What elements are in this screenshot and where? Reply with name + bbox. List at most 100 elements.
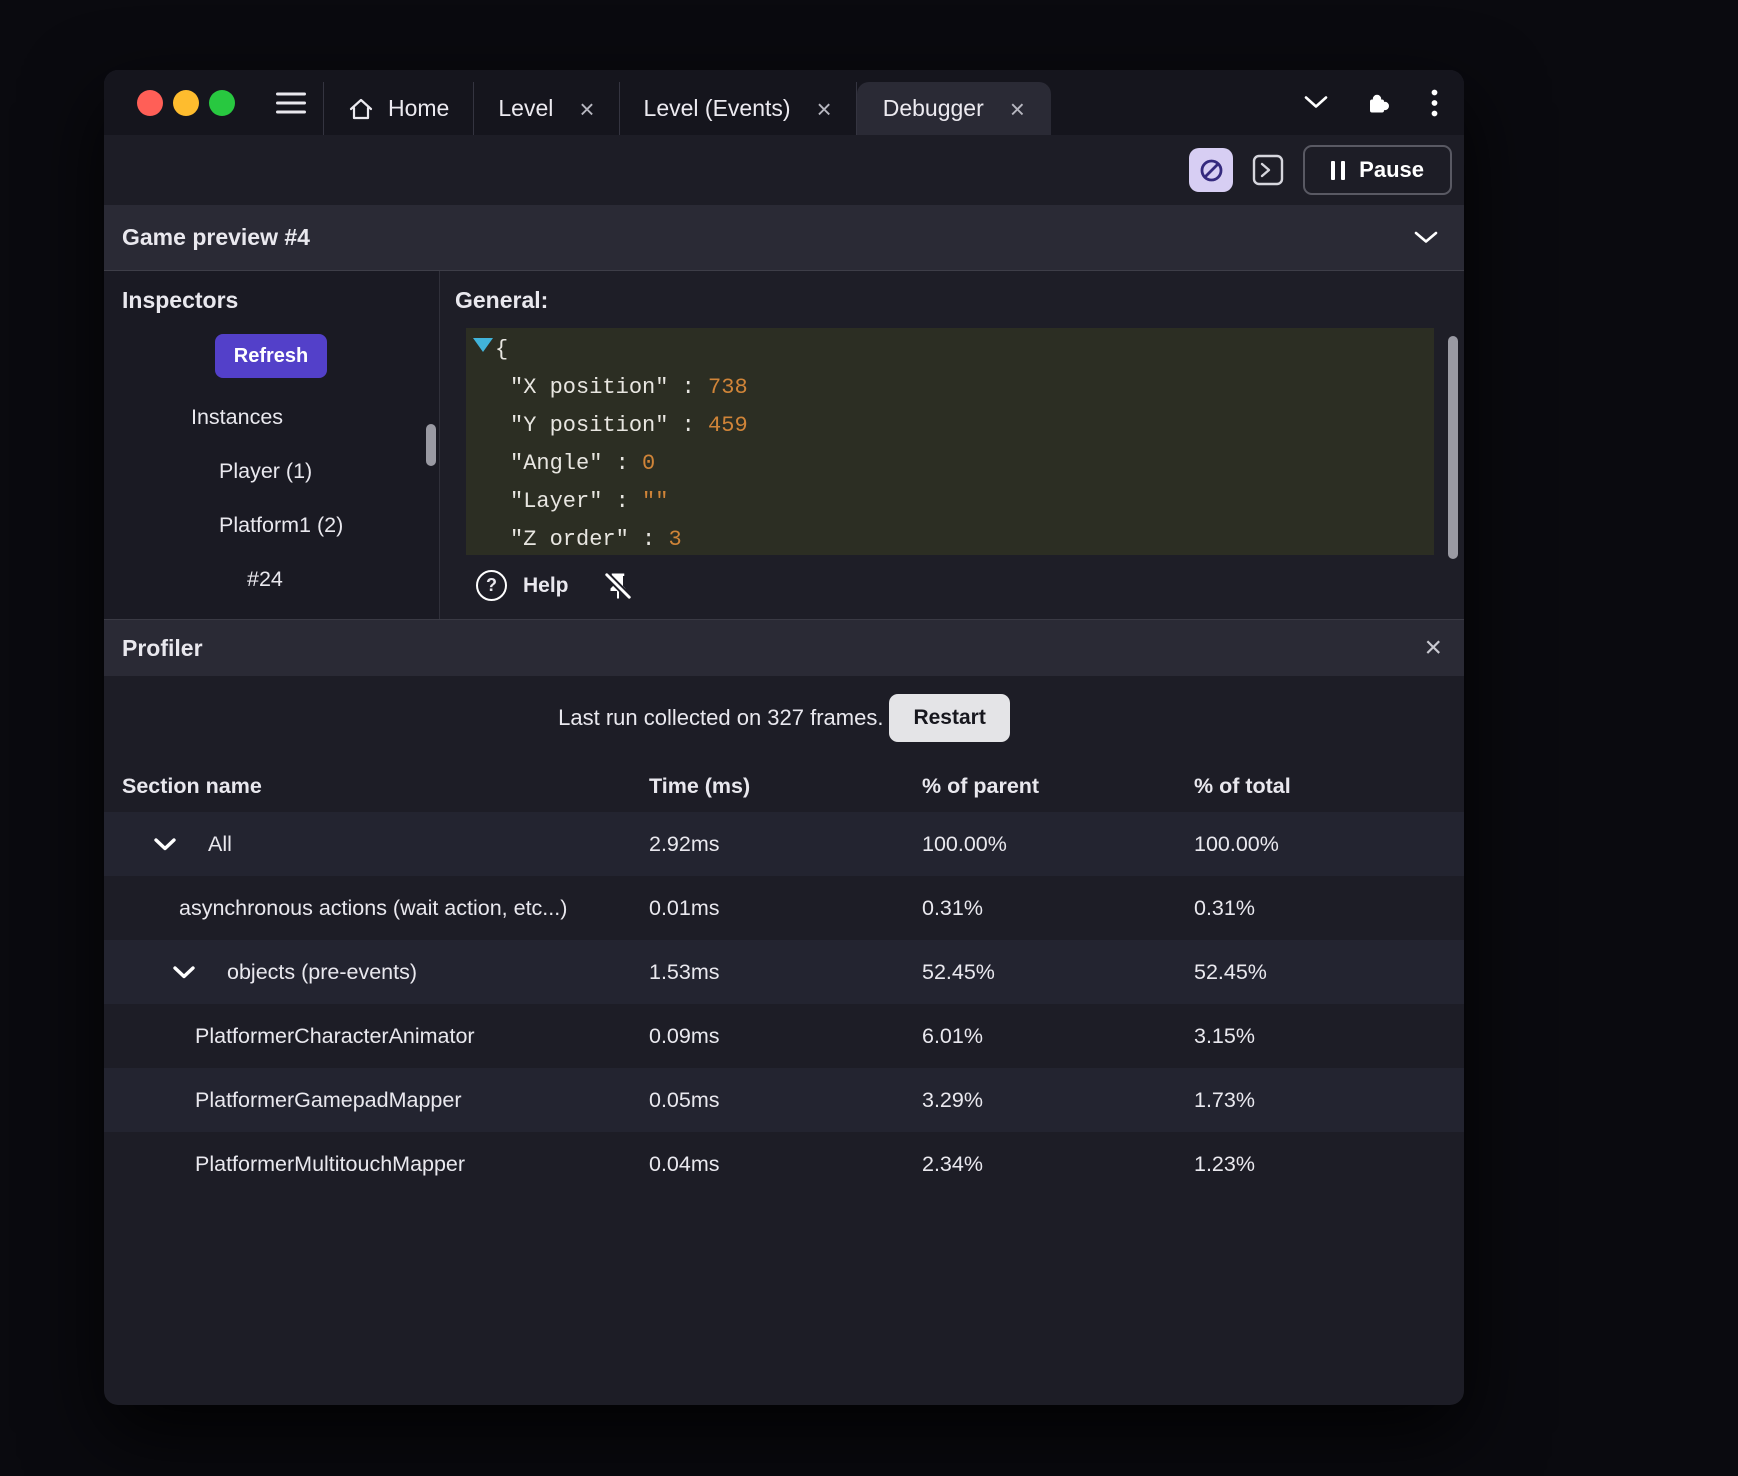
tab-bar: Home Level × Level (Events) × Debugger × (323, 82, 1051, 135)
general-scrollbar-thumb[interactable] (1448, 336, 1458, 559)
collapse-triangle-icon[interactable] (473, 338, 493, 352)
general-footer: ? Help (476, 570, 1464, 601)
json-open-brace: { (495, 337, 509, 362)
general-title: General: (455, 287, 549, 313)
section-name: objects (pre-events) (227, 959, 417, 984)
section-percent-parent: 2.34% (922, 1151, 983, 1176)
debugger-window: Home Level × Level (Events) × Debugger × (104, 70, 1464, 1405)
traffic-zoom-button[interactable] (209, 90, 235, 116)
section-percent-total: 52.45% (1194, 959, 1267, 984)
section-time: 0.01ms (649, 895, 720, 920)
profiler-toggle-icon[interactable] (1189, 148, 1234, 192)
tab-home[interactable]: Home (323, 82, 473, 135)
close-icon[interactable]: × (1010, 96, 1025, 122)
table-row-platformer-character-animator: PlatformerCharacterAnimator 0.09ms 6.01%… (104, 1004, 1464, 1068)
traffic-lights (137, 90, 235, 116)
section-percent-total: 3.15% (1194, 1023, 1255, 1048)
tree-item-platform1[interactable]: Platform1 (2) (104, 498, 439, 552)
inspectors-panel: Inspectors Refresh Instances Player (1) … (104, 271, 440, 619)
menu-icon[interactable] (276, 86, 306, 119)
section-time: 0.09ms (649, 1023, 720, 1048)
pin-off-icon[interactable] (603, 571, 633, 601)
profiler-status-text: Last run collected on 327 frames. (558, 705, 884, 730)
properties-json-view: { "X position" : 738 "Y position" : 459 … (466, 328, 1434, 555)
tree-item-instance-24[interactable]: #24 (104, 552, 439, 606)
more-options-icon[interactable] (1431, 88, 1438, 117)
section-percent-total: 0.31% (1194, 895, 1255, 920)
pause-button[interactable]: Pause (1303, 145, 1452, 195)
close-icon[interactable]: × (579, 96, 594, 122)
section-name: All (208, 831, 232, 856)
debugger-split: Inspectors Refresh Instances Player (1) … (104, 271, 1464, 619)
profiler-table: Section name Time (ms) % of parent % of … (104, 760, 1464, 1196)
column-header-section-name: Section name (122, 773, 262, 798)
section-percent-total: 1.23% (1194, 1151, 1255, 1176)
tab-debugger[interactable]: Debugger × (856, 82, 1051, 135)
section-time: 0.04ms (649, 1151, 720, 1176)
section-time: 2.92ms (649, 831, 720, 856)
refresh-button[interactable]: Refresh (215, 334, 327, 378)
property-y-position: "Y position" : 459 (510, 413, 748, 438)
titlebar-actions (1304, 88, 1438, 117)
tree-item-instances[interactable]: Instances (104, 390, 439, 444)
property-z-order: "Z order" : 3 (510, 527, 682, 552)
tab-level[interactable]: Level × (473, 82, 618, 135)
section-time: 1.53ms (649, 959, 720, 984)
property-layer: "Layer" : "" (510, 489, 669, 514)
section-name: PlatformerCharacterAnimator (195, 1023, 475, 1048)
profiler-close-icon[interactable]: × (1424, 633, 1442, 663)
table-row-all[interactable]: All 2.92ms 100.00% 100.00% (104, 812, 1464, 876)
chevron-down-icon[interactable] (1304, 96, 1328, 110)
debugger-toolbar: Pause (104, 135, 1464, 205)
tab-label: Level (498, 95, 554, 121)
pause-button-label: Pause (1359, 157, 1424, 182)
tab-label: Level (Events) (643, 95, 791, 121)
instances-tree: Instances Player (1) Platform1 (2) #24 (104, 390, 439, 606)
column-header-percent-total: % of total (1194, 773, 1291, 798)
profiler-table-header: Section name Time (ms) % of parent % of … (104, 760, 1464, 812)
help-icon[interactable]: ? (476, 570, 507, 601)
column-header-time: Time (ms) (649, 773, 751, 798)
titlebar: Home Level × Level (Events) × Debugger × (104, 70, 1464, 135)
section-percent-parent: 0.31% (922, 895, 983, 920)
property-angle: "Angle" : 0 (510, 451, 656, 476)
inspectors-scrollbar-thumb[interactable] (426, 424, 436, 466)
section-percent-parent: 6.01% (922, 1023, 983, 1048)
section-name: PlatformerMultitouchMapper (195, 1151, 466, 1176)
console-icon[interactable] (1247, 149, 1289, 191)
tab-label: Debugger (882, 95, 984, 121)
traffic-close-button[interactable] (137, 90, 163, 116)
property-x-position: "X position" : 738 (510, 375, 748, 400)
table-row-objects-pre-events[interactable]: objects (pre-events) 1.53ms 52.45% 52.45… (104, 940, 1464, 1004)
tree-item-player[interactable]: Player (1) (104, 444, 439, 498)
game-preview-title: Game preview #4 (122, 224, 310, 250)
profiler-title: Profiler (122, 634, 203, 661)
section-name: asynchronous actions (wait action, etc..… (179, 895, 568, 920)
help-label[interactable]: Help (523, 574, 569, 598)
profiler-status-row: Last run collected on 327 frames. Restar… (104, 676, 1464, 760)
tab-label: Home (388, 95, 450, 121)
section-name: PlatformerGamepadMapper (195, 1087, 462, 1112)
table-row-platformer-gamepad-mapper: PlatformerGamepadMapper 0.05ms 3.29% 1.7… (104, 1068, 1464, 1132)
game-preview-header: Game preview #4 (104, 205, 1464, 271)
column-header-percent-parent: % of parent (922, 773, 1040, 798)
general-panel: General: { "X position" : 738 "Y positio… (440, 271, 1464, 619)
close-icon[interactable]: × (817, 96, 832, 122)
section-time: 0.05ms (649, 1087, 720, 1112)
section-percent-parent: 52.45% (922, 959, 995, 984)
tab-level-events[interactable]: Level (Events) × (618, 82, 857, 135)
pause-icon (1331, 160, 1346, 180)
restart-button[interactable]: Restart (889, 694, 1010, 742)
traffic-minimize-button[interactable] (173, 90, 199, 116)
chevron-down-icon[interactable] (173, 965, 195, 979)
profiler-header: Profiler × (104, 619, 1464, 676)
table-row-platformer-multitouch-mapper: PlatformerMultitouchMapper 0.04ms 2.34% … (104, 1132, 1464, 1196)
section-percent-parent: 100.00% (922, 831, 1007, 856)
inspectors-title: Inspectors (122, 287, 239, 313)
preview-chevron-down-icon[interactable] (1414, 231, 1438, 244)
section-percent-total: 1.73% (1194, 1087, 1255, 1112)
extensions-puzzle-icon[interactable] (1366, 89, 1393, 116)
home-icon (348, 97, 374, 121)
table-row-async-actions: asynchronous actions (wait action, etc..… (104, 876, 1464, 940)
chevron-down-icon[interactable] (154, 837, 176, 851)
